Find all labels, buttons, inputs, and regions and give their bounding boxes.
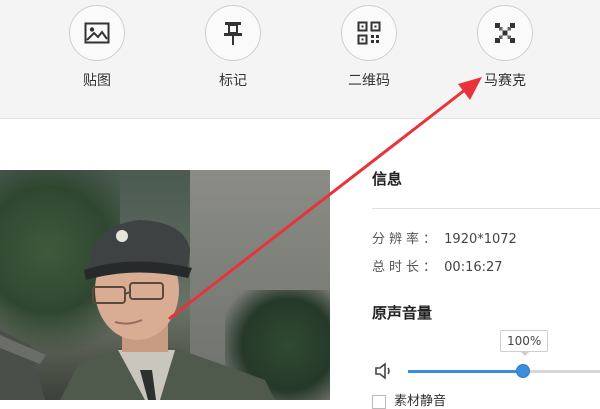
- duration-label: 总时长：: [372, 260, 441, 275]
- image-icon: [69, 5, 125, 61]
- duration-row: 总时长： 00:16:27: [372, 256, 503, 275]
- video-preview[interactable]: [0, 170, 330, 400]
- mosaic-tool-button[interactable]: 马赛克: [470, 5, 540, 93]
- video-frame-person: [0, 220, 275, 400]
- resolution-row: 分辨率： 1920*1072: [372, 228, 517, 247]
- volume-tooltip: 100%: [500, 330, 549, 356]
- mark-tool-button[interactable]: 标记: [198, 5, 268, 93]
- volume-slider[interactable]: [408, 364, 600, 378]
- mute-source-label: 素材静音: [394, 394, 447, 409]
- sticker-tool-button[interactable]: 贴图: [62, 5, 132, 93]
- mark-tool-label: 标记: [219, 73, 247, 89]
- pin-icon: [205, 5, 261, 61]
- qr-code-tool-label: 二维码: [348, 73, 390, 89]
- volume-slider-thumb[interactable]: [516, 364, 531, 378]
- mosaic-tool-label: 马赛克: [484, 73, 526, 89]
- speaker-icon[interactable]: [374, 362, 394, 384]
- mute-source-checkbox[interactable]: [372, 394, 386, 409]
- original-volume-title: 原声音量: [372, 304, 433, 322]
- volume-slider-fill: [408, 370, 524, 373]
- sticker-tool-label: 贴图: [83, 73, 111, 89]
- edit-toolbar: 贴图 标记 二维码 马赛克: [0, 0, 600, 119]
- duration-value: 00:16:27: [444, 260, 503, 275]
- info-title: 信息: [372, 170, 403, 188]
- info-panel: 信息 分辨率： 1920*1072 总时长： 00:16:27 原声音量 100…: [372, 168, 600, 409]
- info-divider: [372, 208, 600, 209]
- mosaic-icon: [477, 5, 533, 61]
- resolution-value: 1920*1072: [444, 232, 517, 247]
- qr-code-icon: [341, 5, 397, 61]
- qr-code-tool-button[interactable]: 二维码: [334, 5, 404, 93]
- resolution-label: 分辨率：: [372, 232, 441, 247]
